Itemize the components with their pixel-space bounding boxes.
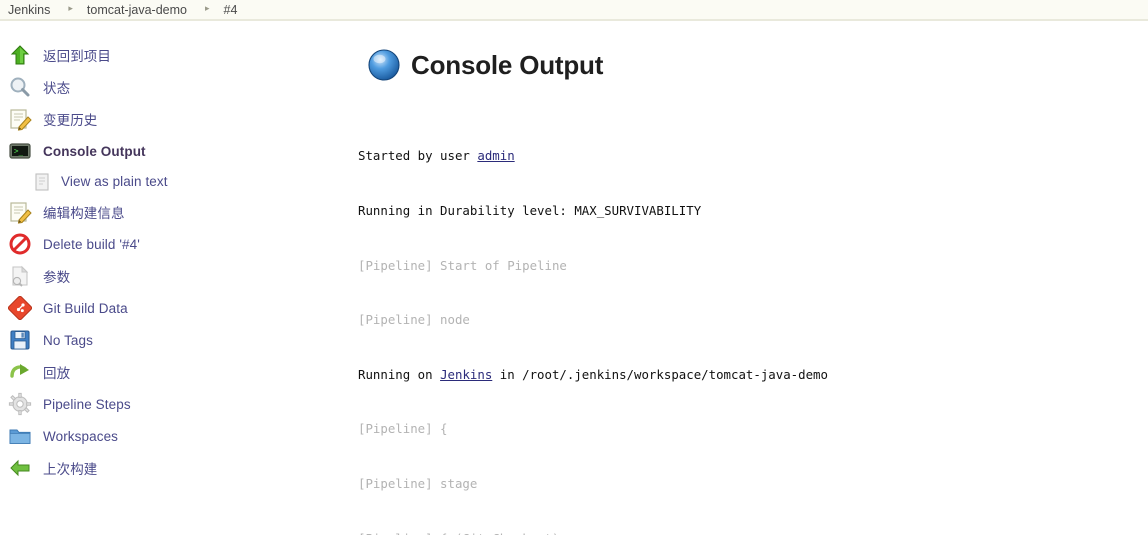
sidebar: 返回到项目 状态 变更历史 >_ Console Output View as …	[0, 21, 355, 484]
console-link-jenkins-node[interactable]: Jenkins	[440, 367, 492, 382]
folder-icon	[8, 424, 32, 448]
notepad-pencil-icon	[8, 107, 32, 131]
page-body: 返回到项目 状态 变更历史 >_ Console Output View as …	[0, 21, 1148, 535]
console-line: [Pipeline] node	[358, 312, 470, 328]
sidebar-item-replay[interactable]: 回放	[0, 356, 355, 388]
sidebar-item-label: 上次构建	[43, 462, 98, 477]
sidebar-item-edit-build-information[interactable]: 编辑构建信息	[0, 196, 355, 228]
console-line: [Pipeline] Start of Pipeline	[358, 257, 567, 273]
sidebar-item-label: 返回到项目	[43, 49, 111, 64]
sidebar-item-git-build-data[interactable]: Git Build Data	[0, 292, 355, 324]
console-line: [Pipeline] { (Git Checkout)	[358, 530, 1148, 535]
up-arrow-green-icon	[8, 43, 32, 67]
console-line: Started by user admin	[358, 148, 515, 164]
git-icon	[7, 295, 33, 321]
sidebar-item-back-to-project[interactable]: 返回到项目	[0, 39, 355, 71]
breadcrumb-separator-icon: ▸	[204, 3, 210, 13]
sidebar-item-changes[interactable]: 变更历史	[0, 103, 355, 135]
sidebar-item-pipeline-steps[interactable]: Pipeline Steps	[0, 388, 355, 420]
sidebar-item-label: Console Output	[43, 143, 146, 159]
breadcrumb-build[interactable]: #4	[224, 3, 238, 17]
parameters-icon	[8, 264, 32, 288]
sidebar-item-delete-build[interactable]: Delete build '#4'	[0, 228, 355, 260]
gear-icon	[8, 392, 32, 416]
jenkins-console-output-page: Jenkins ▸ tomcat-java-demo ▸ #4 返回到项目 状态…	[0, 0, 1148, 535]
console-link-admin[interactable]: admin	[477, 148, 514, 163]
sidebar-item-label: Git Build Data	[43, 300, 128, 316]
sidebar-item-label: 参数	[43, 270, 71, 285]
notepad-pencil-icon	[8, 200, 32, 224]
sidebar-item-previous-build[interactable]: 上次构建	[0, 452, 355, 484]
sidebar-item-status[interactable]: 状态	[0, 71, 355, 103]
no-entry-icon	[8, 232, 32, 256]
previous-build-green-icon	[8, 456, 32, 480]
breadcrumb-separator-icon: ▸	[68, 3, 73, 13]
console-line: Running on Jenkins in /root/.jenkins/wor…	[358, 366, 828, 382]
sidebar-item-label: 回放	[43, 366, 71, 381]
breadcrumb-jenkins[interactable]: Jenkins	[8, 3, 50, 17]
sidebar-item-no-tags[interactable]: No Tags	[0, 324, 355, 356]
replay-icon	[8, 360, 32, 384]
main-content: Console Output Started by user admin Run…	[355, 21, 1148, 535]
svg-text:>_: >_	[14, 147, 24, 156]
sidebar-item-label: No Tags	[43, 332, 93, 348]
floppy-disk-icon	[8, 328, 32, 352]
breadcrumb-job[interactable]: tomcat-java-demo	[87, 3, 187, 17]
console-output-text: Started by user admin Running in Durabil…	[358, 111, 1148, 535]
sidebar-item-view-as-plain-text[interactable]: View as plain text	[0, 167, 355, 196]
terminal-icon: >_	[8, 139, 32, 163]
console-line: [Pipeline] stage	[358, 476, 478, 492]
sidebar-item-label: Delete build '#4'	[43, 236, 140, 252]
sidebar-item-label: Pipeline Steps	[43, 396, 131, 412]
sidebar-item-label: Workspaces	[43, 428, 119, 444]
sidebar-item-label: 变更历史	[43, 113, 98, 128]
page-title-area: Console Output	[367, 43, 1148, 87]
sidebar-item-label: 状态	[43, 81, 71, 96]
blue-orb-icon	[367, 48, 401, 82]
console-line: Running in Durability level: MAX_SURVIVA…	[358, 203, 702, 219]
sidebar-item-label: 编辑构建信息	[43, 206, 125, 221]
magnifier-icon	[8, 75, 32, 99]
console-line: [Pipeline] {	[358, 421, 448, 437]
sidebar-item-workspaces[interactable]: Workspaces	[0, 420, 355, 452]
document-icon	[32, 172, 52, 192]
page-title: Console Output	[411, 49, 604, 80]
sidebar-item-label: View as plain text	[61, 174, 168, 189]
sidebar-item-console-output[interactable]: >_ Console Output	[0, 135, 355, 167]
breadcrumb: Jenkins ▸ tomcat-java-demo ▸ #4	[0, 0, 1148, 21]
sidebar-item-parameters[interactable]: 参数	[0, 260, 355, 292]
